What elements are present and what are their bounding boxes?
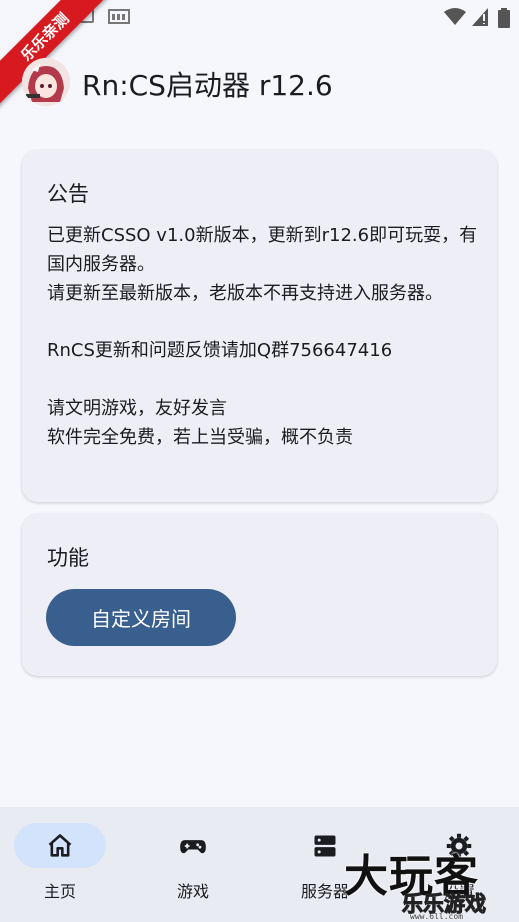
app-title: Rn:CS启动器 r12.6 — [82, 69, 333, 102]
functions-card: 功能 自定义房间 — [22, 514, 497, 676]
wifi-icon — [444, 8, 466, 30]
battery-icon — [498, 8, 510, 32]
notice-title: 公告 — [47, 182, 89, 206]
notice-card: 公告 已更新CSSO v1.0新版本，更新到r12.6即可玩耍，有国内服务器。 … — [22, 150, 497, 502]
no-sim-icon — [472, 8, 488, 30]
watermark-url: www.6ll.com — [410, 912, 463, 921]
custom-room-button[interactable]: 自定义房间 — [46, 589, 236, 646]
functions-title: 功能 — [47, 546, 89, 570]
server-icon — [311, 832, 339, 860]
nav-item-home[interactable]: 主页 — [0, 807, 125, 922]
notice-body: 已更新CSSO v1.0新版本，更新到r12.6即可玩耍，有国内服务器。 请更新… — [47, 225, 478, 448]
sd-card-icon — [108, 8, 130, 28]
gamepad-icon — [179, 832, 207, 860]
nav-item-games[interactable]: 游戏 — [128, 807, 258, 922]
home-icon — [46, 832, 74, 860]
nav-label-games: 游戏 — [176, 882, 209, 901]
nav-label-home: 主页 — [43, 882, 76, 901]
app-avatar — [22, 58, 70, 106]
watermark: 大玩客 乐乐游戏 www.6ll.com — [340, 836, 519, 922]
